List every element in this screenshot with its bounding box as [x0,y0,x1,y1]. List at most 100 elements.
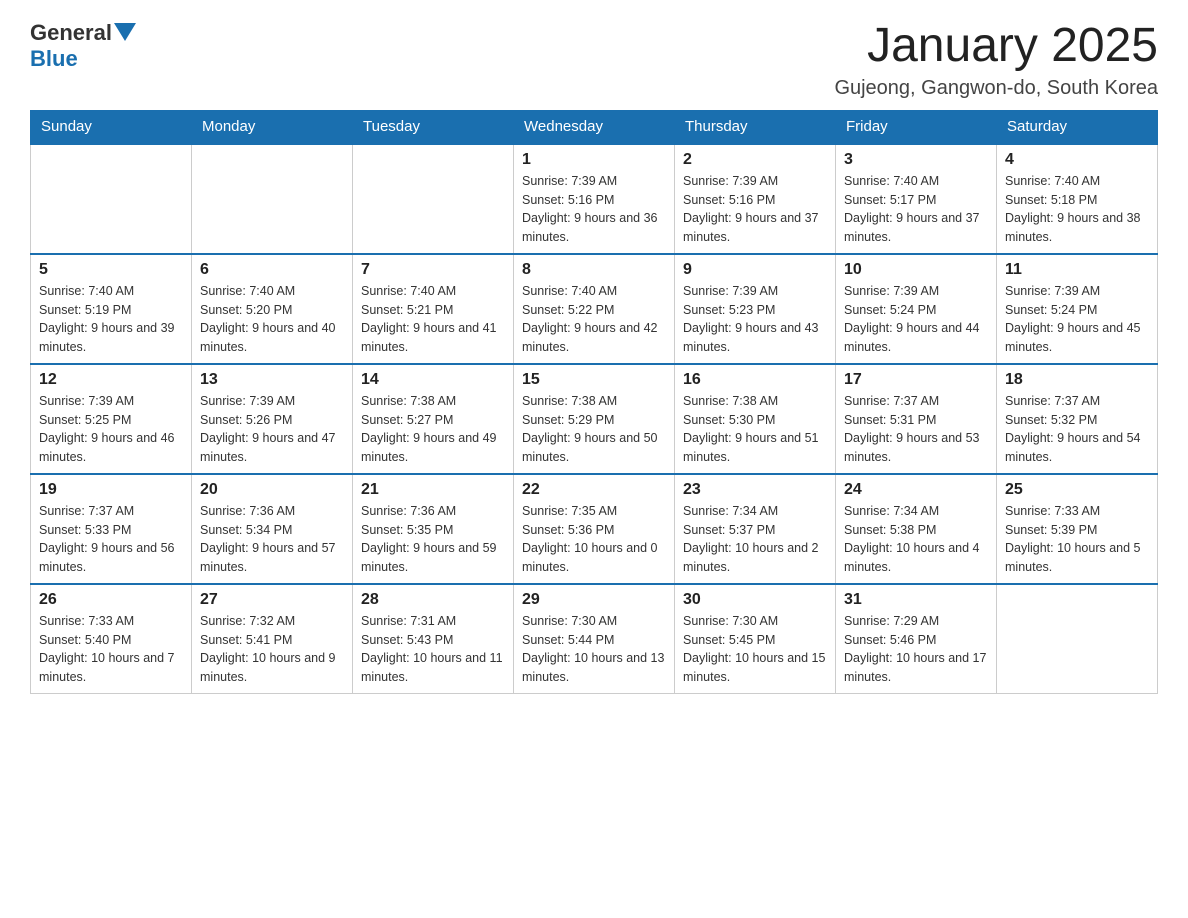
logo-triangle-icon [114,23,136,41]
day-info: Sunrise: 7:39 AMSunset: 5:23 PMDaylight:… [683,282,827,357]
calendar-week-row: 1 Sunrise: 7:39 AMSunset: 5:16 PMDaylight… [31,144,1158,254]
logo-general-text: General [30,20,112,46]
day-info: Sunrise: 7:37 AMSunset: 5:31 PMDaylight:… [844,392,988,467]
title-area: January 2025 Gujeong, Gangwon-do, South … [834,20,1158,100]
day-number: 28 [361,591,505,609]
calendar-cell: 27 Sunrise: 7:32 AMSunset: 5:41 PMDayligh… [192,584,353,694]
day-number: 18 [1005,371,1149,389]
calendar-cell: 15 Sunrise: 7:38 AMSunset: 5:29 PMDayligh… [514,364,675,474]
calendar-cell [353,144,514,254]
day-number: 9 [683,261,827,279]
calendar-header-row: SundayMondayTuesdayWednesdayThursdayFrid… [31,110,1158,144]
day-info: Sunrise: 7:39 AMSunset: 5:24 PMDaylight:… [1005,282,1149,357]
day-number: 27 [200,591,344,609]
calendar-header-thursday: Thursday [675,110,836,144]
calendar-table: SundayMondayTuesdayWednesdayThursdayFrid… [30,110,1158,694]
day-info: Sunrise: 7:40 AMSunset: 5:22 PMDaylight:… [522,282,666,357]
day-number: 22 [522,481,666,499]
day-info: Sunrise: 7:40 AMSunset: 5:19 PMDaylight:… [39,282,183,357]
day-info: Sunrise: 7:36 AMSunset: 5:34 PMDaylight:… [200,502,344,577]
day-number: 10 [844,261,988,279]
calendar-cell: 11Sunrise: 7:39 AMSunset: 5:24 PMDayligh… [997,254,1158,364]
calendar-cell: 13Sunrise: 7:39 AMSunset: 5:26 PMDayligh… [192,364,353,474]
calendar-cell: 23 Sunrise: 7:34 AMSunset: 5:37 PMDayligh… [675,474,836,584]
calendar-header-wednesday: Wednesday [514,110,675,144]
day-number: 13 [200,371,344,389]
day-number: 19 [39,481,183,499]
day-info: Sunrise: 7:33 AMSunset: 5:40 PMDaylight:… [39,612,183,687]
calendar-week-row: 26 Sunrise: 7:33 AMSunset: 5:40 PMDayligh… [31,584,1158,694]
day-number: 14 [361,371,505,389]
calendar-header-sunday: Sunday [31,110,192,144]
calendar-cell: 4Sunrise: 7:40 AMSunset: 5:18 PMDaylight… [997,144,1158,254]
calendar-cell: 19 Sunrise: 7:37 AMSunset: 5:33 PMDayligh… [31,474,192,584]
day-info: Sunrise: 7:34 AMSunset: 5:38 PMDaylight:… [844,502,988,577]
day-number: 3 [844,151,988,169]
calendar-week-row: 5 Sunrise: 7:40 AMSunset: 5:19 PMDaylight… [31,254,1158,364]
day-info: Sunrise: 7:37 AMSunset: 5:32 PMDaylight:… [1005,392,1149,467]
calendar-title: January 2025 [834,20,1158,73]
day-number: 6 [200,261,344,279]
calendar-header-saturday: Saturday [997,110,1158,144]
calendar-cell: 26 Sunrise: 7:33 AMSunset: 5:40 PMDayligh… [31,584,192,694]
calendar-cell: 21 Sunrise: 7:36 AMSunset: 5:35 PMDayligh… [353,474,514,584]
day-number: 24 [844,481,988,499]
day-number: 17 [844,371,988,389]
calendar-header-friday: Friday [836,110,997,144]
page-header: General Blue January 2025 Gujeong, Gangw… [30,20,1158,100]
calendar-cell: 20Sunrise: 7:36 AMSunset: 5:34 PMDayligh… [192,474,353,584]
day-info: Sunrise: 7:38 AMSunset: 5:27 PMDaylight:… [361,392,505,467]
calendar-cell: 22 Sunrise: 7:35 AMSunset: 5:36 PMDayligh… [514,474,675,584]
logo-blue-text: Blue [30,46,78,72]
day-number: 12 [39,371,183,389]
calendar-cell [31,144,192,254]
day-number: 23 [683,481,827,499]
day-info: Sunrise: 7:40 AMSunset: 5:21 PMDaylight:… [361,282,505,357]
day-info: Sunrise: 7:30 AMSunset: 5:44 PMDaylight:… [522,612,666,687]
calendar-cell: 16Sunrise: 7:38 AMSunset: 5:30 PMDayligh… [675,364,836,474]
calendar-cell: 5 Sunrise: 7:40 AMSunset: 5:19 PMDaylight… [31,254,192,364]
day-info: Sunrise: 7:32 AMSunset: 5:41 PMDaylight:… [200,612,344,687]
calendar-cell: 25 Sunrise: 7:33 AMSunset: 5:39 PMDayligh… [997,474,1158,584]
calendar-cell [192,144,353,254]
day-info: Sunrise: 7:38 AMSunset: 5:29 PMDaylight:… [522,392,666,467]
day-number: 2 [683,151,827,169]
day-number: 15 [522,371,666,389]
calendar-cell: 31Sunrise: 7:29 AMSunset: 5:46 PMDayligh… [836,584,997,694]
calendar-cell: 10Sunrise: 7:39 AMSunset: 5:24 PMDayligh… [836,254,997,364]
day-info: Sunrise: 7:39 AMSunset: 5:16 PMDaylight:… [683,172,827,247]
calendar-header-tuesday: Tuesday [353,110,514,144]
calendar-cell: 17 Sunrise: 7:37 AMSunset: 5:31 PMDayligh… [836,364,997,474]
logo: General Blue [30,20,136,72]
calendar-cell: 14 Sunrise: 7:38 AMSunset: 5:27 PMDayligh… [353,364,514,474]
day-info: Sunrise: 7:35 AMSunset: 5:36 PMDaylight:… [522,502,666,577]
calendar-cell: 7Sunrise: 7:40 AMSunset: 5:21 PMDaylight… [353,254,514,364]
day-info: Sunrise: 7:40 AMSunset: 5:17 PMDaylight:… [844,172,988,247]
calendar-cell: 29 Sunrise: 7:30 AMSunset: 5:44 PMDayligh… [514,584,675,694]
calendar-cell: 6Sunrise: 7:40 AMSunset: 5:20 PMDaylight… [192,254,353,364]
calendar-subtitle: Gujeong, Gangwon-do, South Korea [834,77,1158,100]
day-number: 4 [1005,151,1149,169]
day-info: Sunrise: 7:34 AMSunset: 5:37 PMDaylight:… [683,502,827,577]
calendar-cell: 28 Sunrise: 7:31 AMSunset: 5:43 PMDayligh… [353,584,514,694]
day-info: Sunrise: 7:31 AMSunset: 5:43 PMDaylight:… [361,612,505,687]
calendar-cell: 24 Sunrise: 7:34 AMSunset: 5:38 PMDayligh… [836,474,997,584]
day-number: 29 [522,591,666,609]
calendar-cell: 30Sunrise: 7:30 AMSunset: 5:45 PMDayligh… [675,584,836,694]
day-info: Sunrise: 7:36 AMSunset: 5:35 PMDaylight:… [361,502,505,577]
day-number: 26 [39,591,183,609]
day-info: Sunrise: 7:39 AMSunset: 5:16 PMDaylight:… [522,172,666,247]
day-info: Sunrise: 7:37 AMSunset: 5:33 PMDaylight:… [39,502,183,577]
calendar-cell [997,584,1158,694]
day-info: Sunrise: 7:39 AMSunset: 5:25 PMDaylight:… [39,392,183,467]
calendar-cell: 12 Sunrise: 7:39 AMSunset: 5:25 PMDayligh… [31,364,192,474]
day-number: 8 [522,261,666,279]
calendar-cell: 3 Sunrise: 7:40 AMSunset: 5:17 PMDaylight… [836,144,997,254]
day-number: 1 [522,151,666,169]
day-info: Sunrise: 7:33 AMSunset: 5:39 PMDaylight:… [1005,502,1149,577]
day-number: 25 [1005,481,1149,499]
day-number: 21 [361,481,505,499]
calendar-header-monday: Monday [192,110,353,144]
calendar-week-row: 19 Sunrise: 7:37 AMSunset: 5:33 PMDayligh… [31,474,1158,584]
day-number: 5 [39,261,183,279]
